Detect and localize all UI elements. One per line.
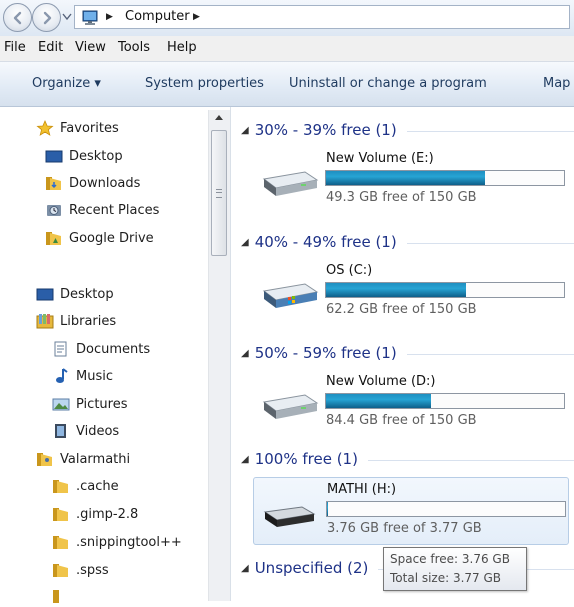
group-divider [406, 130, 574, 132]
videos-library-icon [55, 424, 66, 438]
drive-usage-bar [325, 282, 565, 298]
collapse-triangle-icon[interactable]: ◢ [241, 563, 249, 574]
folder-icon [53, 480, 68, 493]
drive-item-c[interactable]: OS (C:) 62.2 GB free of 150 GB [253, 259, 569, 327]
nav-favorites-desktop[interactable]: Desktop [45, 145, 123, 167]
star-icon [36, 120, 54, 136]
menu-bar: File Edit View Tools Help [0, 36, 574, 62]
nav-libraries[interactable]: Libraries [36, 310, 116, 332]
desktop-icon [45, 150, 63, 163]
libraries-icon [36, 314, 54, 329]
drive-usage-bar [325, 170, 565, 186]
organize-button[interactable]: Organize ▾ [32, 76, 101, 91]
drive-item-h[interactable]: MATHI (H:) 3.76 GB free of 3.77 GB [253, 477, 569, 545]
music-library-icon [56, 368, 68, 383]
folder-icon [53, 536, 68, 549]
menu-view[interactable]: View [75, 40, 106, 55]
downloads-folder-icon [46, 177, 61, 190]
breadcrumb-computer[interactable]: Computer [125, 9, 190, 24]
drive-item-d[interactable]: New Volume (D:) 84.4 GB free of 150 GB [253, 370, 569, 438]
menu-file[interactable]: File [4, 40, 26, 55]
nav-favorites[interactable]: Favorites [36, 117, 119, 139]
drive-item-e[interactable]: New Volume (E:) 49.3 GB free of 150 GB [253, 147, 569, 215]
back-button[interactable] [3, 3, 32, 32]
scroll-up-arrow-icon[interactable] [213, 112, 225, 122]
address-bar-area: ▶ Computer ▶ [0, 0, 574, 36]
collapse-triangle-icon[interactable]: ◢ [241, 348, 249, 359]
drive-tooltip: Space free: 3.76 GB Total size: 3.77 GB [383, 547, 527, 591]
nav-folder-spss[interactable]: .spss [52, 559, 109, 581]
nav-libraries-pictures[interactable]: Pictures [52, 393, 127, 415]
tooltip-total-size: Total size: 3.77 GB [390, 571, 502, 585]
scroll-thumb[interactable] [211, 130, 227, 256]
documents-library-icon [54, 341, 67, 357]
nav-folder-partial[interactable] [52, 585, 76, 607]
desktop-icon [36, 288, 54, 301]
nav-desktop[interactable]: Desktop [36, 283, 114, 305]
collapse-triangle-icon[interactable]: ◢ [241, 125, 249, 136]
folder-icon [53, 590, 59, 603]
user-folder-icon [37, 453, 52, 466]
drive-usage-bar [326, 501, 566, 517]
command-bar: Organize ▾ System properties Uninstall o… [0, 62, 574, 107]
scroll-grip-icon [216, 189, 222, 198]
nav-libraries-music[interactable]: Music [52, 365, 113, 387]
content-pane: ◢ 30% - 39% free (1) New Volume (E:) 49.… [231, 107, 574, 601]
nav-favorites-google-drive[interactable]: Google Drive [45, 227, 154, 249]
recent-places-icon [47, 205, 61, 216]
group-divider [367, 459, 574, 461]
group-divider [406, 242, 574, 244]
forward-button[interactable] [32, 3, 61, 32]
nav-folder-cache[interactable]: .cache [52, 475, 119, 497]
hard-drive-icon [262, 171, 319, 196]
back-arrow-icon [13, 11, 22, 25]
breadcrumb-arrow-icon[interactable]: ▶ [106, 12, 113, 22]
drive-usage-bar [325, 393, 565, 409]
menu-help[interactable]: Help [167, 40, 197, 55]
system-properties-button[interactable]: System properties [145, 76, 264, 91]
forward-arrow-icon [43, 11, 52, 25]
nav-libraries-documents[interactable]: Documents [52, 338, 150, 360]
pictures-library-icon [52, 398, 70, 411]
collapse-triangle-icon[interactable]: ◢ [241, 237, 249, 248]
group-header-30-39[interactable]: ◢ 30% - 39% free (1) [241, 118, 574, 142]
menu-edit[interactable]: Edit [38, 40, 63, 55]
menu-tools[interactable]: Tools [118, 40, 150, 55]
folder-icon [53, 564, 68, 577]
address-box[interactable]: ▶ Computer ▶ [74, 5, 570, 29]
folder-icon [53, 508, 68, 521]
nav-pane-scrollbar[interactable] [208, 110, 230, 601]
navigation-pane: Favorites Desktop Downloads Recent Place… [0, 107, 231, 603]
usb-drive-icon [263, 506, 316, 527]
recent-pages-chevron-down-icon[interactable] [62, 13, 72, 21]
nav-favorites-recent-places[interactable]: Recent Places [45, 199, 159, 221]
nav-folder-gimp[interactable]: .gimp-2.8 [52, 503, 138, 525]
nav-folder-snippingtool[interactable]: .snippingtool++ [52, 531, 182, 553]
nav-user-folder[interactable]: Valarmathi [36, 448, 130, 470]
group-divider [406, 353, 574, 355]
nav-libraries-videos[interactable]: Videos [52, 420, 119, 442]
group-header-40-49[interactable]: ◢ 40% - 49% free (1) [241, 230, 574, 254]
windows-drive-icon [262, 283, 319, 308]
computer-icon [82, 10, 98, 25]
group-header-100[interactable]: ◢ 100% free (1) [241, 447, 574, 471]
collapse-triangle-icon[interactable]: ◢ [241, 454, 249, 465]
tooltip-space-free: Space free: 3.76 GB [390, 552, 510, 566]
nav-favorites-downloads[interactable]: Downloads [45, 172, 140, 194]
uninstall-program-button[interactable]: Uninstall or change a program [289, 76, 487, 91]
google-drive-folder-icon [46, 232, 61, 245]
map-network-drive-button[interactable]: Map [543, 76, 570, 91]
breadcrumb-arrow-icon[interactable]: ▶ [193, 12, 200, 22]
hard-drive-icon [262, 394, 319, 419]
group-header-50-59[interactable]: ◢ 50% - 59% free (1) [241, 341, 574, 365]
